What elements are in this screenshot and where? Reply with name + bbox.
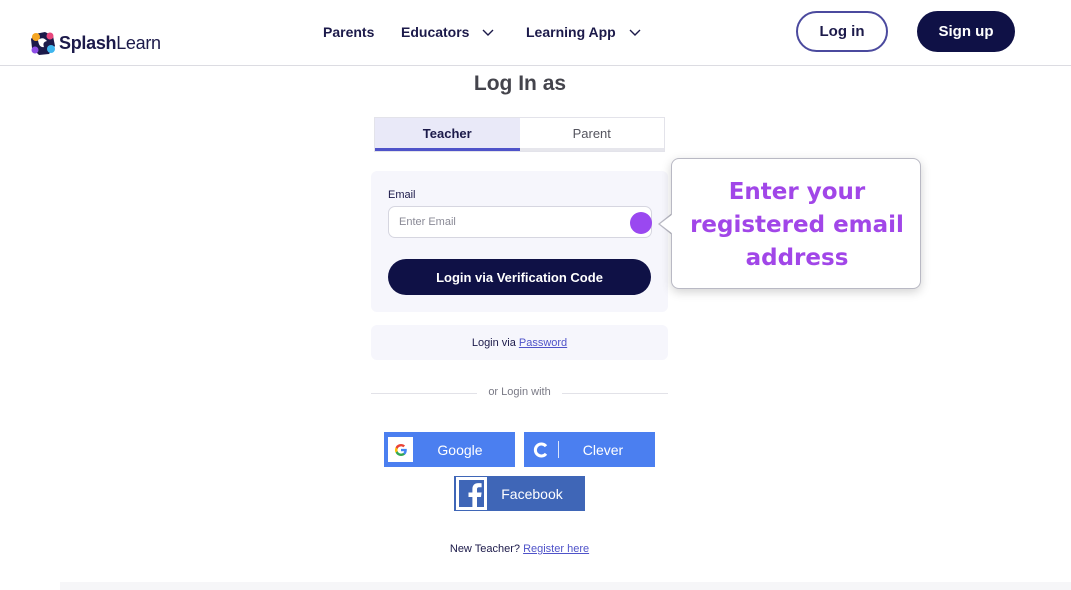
splashlearn-logo-icon	[31, 32, 55, 55]
chevron-down-icon	[629, 29, 641, 36]
nav-learning-app-label: Learning App	[526, 24, 616, 40]
tooltip-text: Enter your registered email address	[672, 176, 922, 275]
guide-tooltip: Enter your registered email address	[671, 158, 921, 289]
role-tabs: Teacher Parent	[374, 117, 665, 152]
tab-parent[interactable]: Parent	[519, 118, 664, 151]
facebook-login-button[interactable]: Facebook	[454, 476, 585, 511]
tooltip-line: registered email	[690, 212, 904, 238]
divider-line	[562, 393, 668, 394]
register-row: New Teacher? Register here	[370, 543, 669, 555]
facebook-login-label: Facebook	[501, 485, 563, 502]
chevron-down-icon	[482, 29, 494, 36]
tooltip-arrow-inner	[660, 214, 673, 234]
nav-parents-label: Parents	[323, 24, 375, 40]
nav-educators[interactable]: Educators	[401, 22, 495, 42]
nav-learning-app[interactable]: Learning App	[526, 22, 642, 42]
login-form-card: Email Login via Verification Code	[371, 171, 668, 312]
footer-edge	[60, 582, 1071, 590]
highlight-dot	[630, 212, 652, 234]
nav-educators-label: Educators	[401, 24, 470, 40]
site-header: SplashLearn Parents Educators Learning A…	[0, 0, 1071, 66]
or-login-divider: or Login with	[371, 386, 668, 400]
email-label: Email	[388, 189, 416, 201]
tab-teacher[interactable]: Teacher	[375, 118, 520, 151]
page-title: Log In as	[473, 72, 567, 95]
password-login-link[interactable]: Password	[519, 337, 567, 349]
google-login-button[interactable]: Google	[384, 432, 515, 467]
header-login-button[interactable]: Log in	[796, 11, 888, 52]
header-signup-button[interactable]: Sign up	[917, 11, 1015, 52]
google-icon	[388, 437, 413, 462]
clever-login-label: Clever	[582, 441, 624, 458]
splashlearn-logo[interactable]: SplashLearn	[29, 30, 161, 56]
facebook-icon	[456, 477, 487, 510]
email-field[interactable]	[388, 206, 652, 238]
register-link[interactable]: Register here	[523, 543, 589, 555]
clever-icon	[524, 432, 558, 467]
tooltip-line: Enter your	[728, 179, 866, 205]
google-login-label: Google	[437, 441, 483, 458]
password-login-prefix: Login via	[471, 336, 516, 349]
tooltip-line: address	[745, 245, 849, 271]
nav-parents[interactable]: Parents	[323, 22, 374, 42]
login-verification-code-button[interactable]: Login via Verification Code	[388, 259, 651, 295]
logo-wordmark: SplashLearn	[59, 32, 161, 53]
divider-text: or Login with	[488, 386, 551, 398]
clever-login-button[interactable]: Clever	[524, 432, 655, 467]
password-login-row: Login via Password	[371, 325, 668, 360]
register-prefix: New Teacher?	[449, 543, 520, 555]
